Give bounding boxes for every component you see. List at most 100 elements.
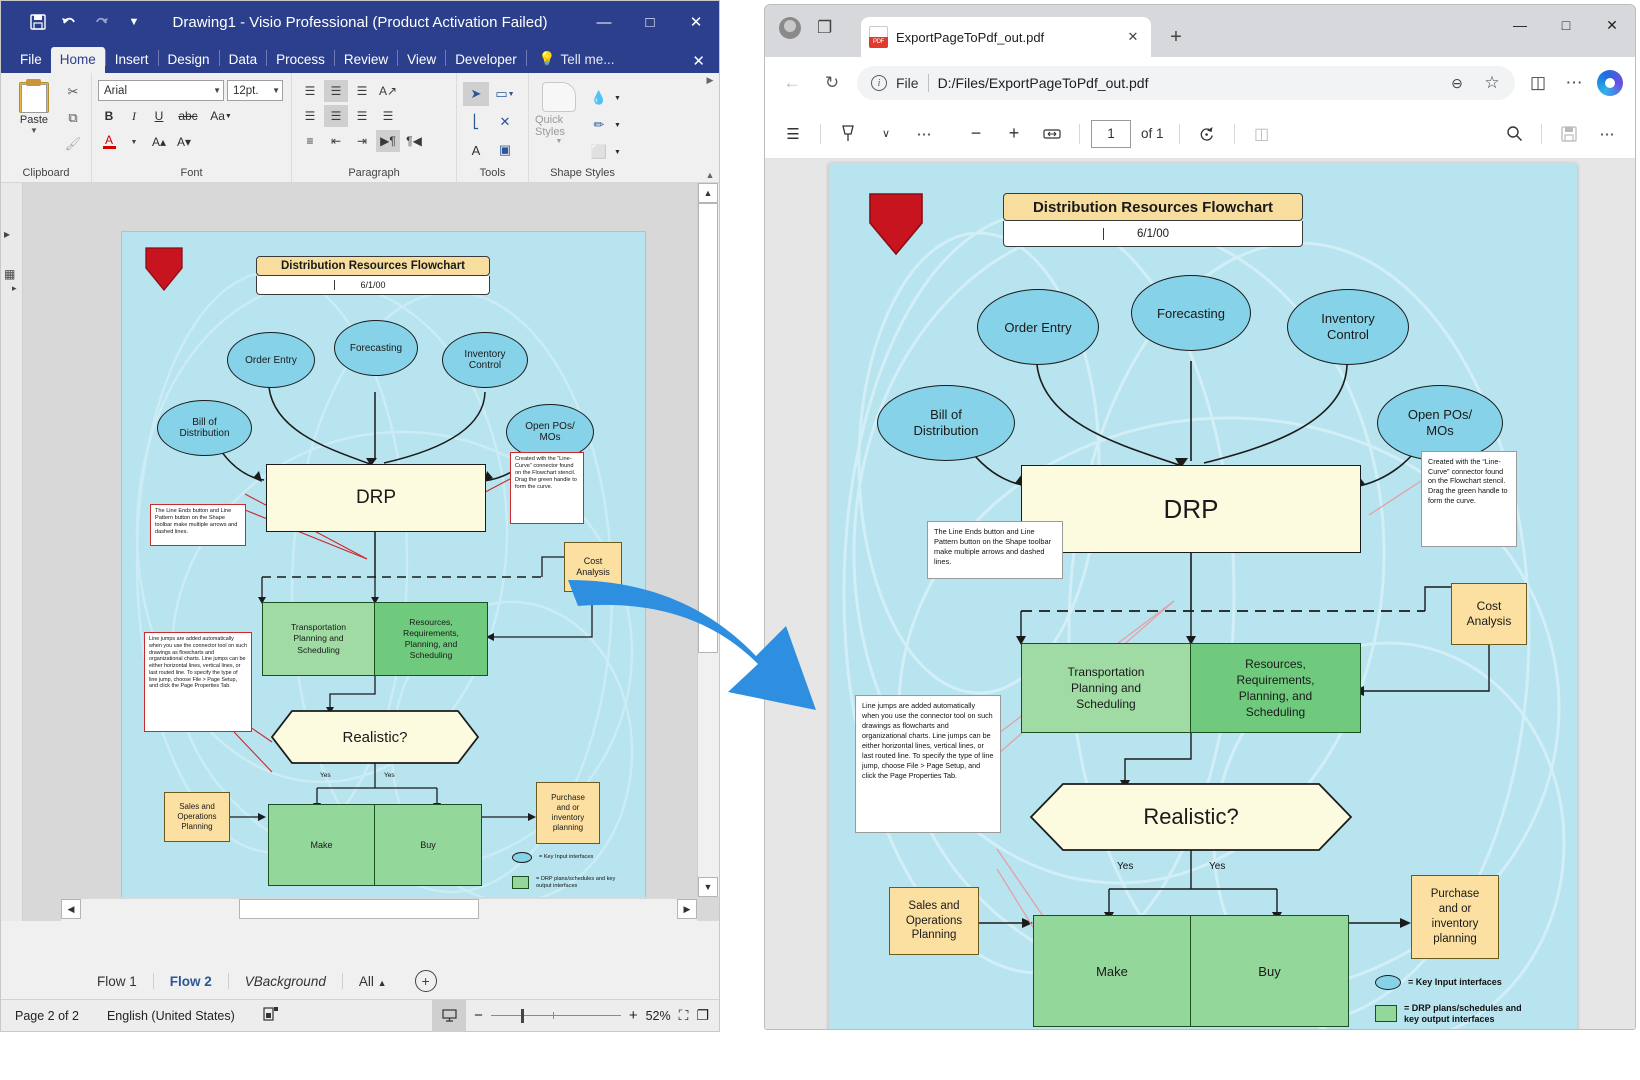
canvas-horizontal-scrollbar[interactable]: ◀ ▶ — [61, 899, 697, 921]
align-left-button[interactable]: ☰ — [298, 105, 322, 127]
node-bill-of-distribution[interactable]: Bill of Distribution — [157, 400, 252, 456]
reload-button[interactable]: ↻ — [817, 68, 847, 98]
page-tab-vbackground[interactable]: VBackground — [229, 974, 342, 989]
scroll-up-arrow[interactable]: ▲ — [698, 183, 718, 203]
rtl-text-button[interactable]: ¶◀ — [402, 130, 426, 152]
ribbon-tab-process[interactable]: Process — [267, 47, 334, 73]
status-page-indicator[interactable]: Page 2 of 2 — [1, 1009, 93, 1023]
font-color-button[interactable]: A — [98, 131, 120, 153]
zoom-slider[interactable] — [491, 1010, 621, 1022]
page-number-input[interactable]: 1 — [1091, 120, 1131, 148]
node-inventory-control[interactable]: Inventory Control — [442, 332, 528, 388]
ribbon-tab-developer[interactable]: Developer — [446, 47, 526, 73]
node-order-entry-pdf[interactable]: Order Entry — [977, 289, 1099, 365]
save-icon[interactable] — [1553, 119, 1585, 149]
node-buy[interactable]: Buy — [375, 804, 482, 886]
node-realistic[interactable]: Realistic? — [270, 710, 480, 764]
italic-button[interactable]: I — [123, 105, 145, 127]
node-sales-ops-pdf[interactable]: Sales and Operations Planning — [889, 887, 979, 955]
fit-width-icon[interactable] — [1036, 119, 1068, 149]
fit-window-button[interactable]: ❐ — [696, 1007, 709, 1024]
url-bar[interactable]: i File D:/Files/ExportPageToPdf_out.pdf … — [857, 66, 1515, 100]
node-bill-of-distribution-pdf[interactable]: Bill of Distribution — [877, 385, 1015, 461]
ltr-text-button[interactable]: ▶¶ — [376, 130, 400, 152]
strikethrough-button[interactable]: abc — [173, 105, 203, 127]
shapes-chevron-icon[interactable]: ▸ — [12, 283, 17, 294]
shapes-pane-collapsed[interactable]: ▸ ▦ ▸ — [1, 183, 23, 921]
node-open-pos-mos-pdf[interactable]: Open POs/ MOs — [1377, 385, 1503, 461]
bullets-button[interactable]: ≡ — [298, 130, 322, 152]
hscroll-thumb[interactable] — [239, 899, 479, 919]
scroll-left-arrow[interactable]: ◀ — [61, 899, 81, 919]
ribbon-tab-insert[interactable]: Insert — [106, 47, 158, 73]
copilot-icon[interactable] — [1597, 70, 1623, 96]
toc-icon[interactable]: ☰ — [777, 119, 809, 149]
increase-indent-button[interactable]: ⇥ — [350, 130, 374, 152]
node-transportation[interactable]: Transportation Planning and Scheduling — [262, 602, 375, 676]
zoom-in-button[interactable]: + — [629, 1007, 638, 1024]
ribbon-tab-home[interactable]: Home — [51, 47, 105, 73]
bold-button[interactable]: B — [98, 105, 120, 127]
zoom-icon[interactable]: ⊖ — [1444, 70, 1470, 96]
ribbon-close-icon[interactable]: ✕ — [692, 52, 705, 70]
node-drp-pdf[interactable]: DRP — [1021, 465, 1361, 553]
vscroll-thumb[interactable] — [698, 203, 718, 653]
copy-icon[interactable]: ⧉ — [61, 107, 85, 129]
connector-tool-icon[interactable]: ⎣ — [463, 110, 489, 134]
node-sales-ops[interactable]: Sales and Operations Planning — [164, 792, 230, 842]
page-layout-icon[interactable]: ◫ — [1246, 119, 1278, 149]
page-tab-flow-1[interactable]: Flow 1 — [81, 974, 153, 989]
zoom-out-button[interactable]: − — [474, 1007, 483, 1024]
site-info-icon[interactable]: i — [871, 75, 887, 91]
node-make-pdf[interactable]: Make — [1033, 915, 1191, 1027]
ribbon-tab-file[interactable]: File — [11, 47, 51, 73]
collections-icon[interactable]: ❐ — [817, 18, 832, 38]
customize-qat-icon[interactable]: ▼ — [119, 8, 149, 36]
maximize-button[interactable]: □ — [627, 1, 673, 43]
change-case-button[interactable]: Aa▼ — [206, 105, 236, 127]
font-size-combo[interactable]: 12pt.▼ — [227, 80, 283, 101]
canvas-vertical-scrollbar[interactable]: ▲ ▼ — [697, 183, 719, 897]
node-cost-analysis-pdf[interactable]: Cost Analysis — [1451, 583, 1527, 645]
node-cost-analysis[interactable]: Cost Analysis — [564, 542, 622, 592]
ribbon-tab-data[interactable]: Data — [220, 47, 267, 73]
shrink-font-button[interactable]: A▾ — [173, 131, 195, 153]
text-direction-button[interactable]: A↗ — [376, 80, 400, 102]
drawing-canvas[interactable]: Distribution Resources Flowchart 6/1/00 … — [23, 183, 697, 897]
split-screen-icon[interactable]: ◫ — [1525, 70, 1551, 96]
profile-avatar-icon[interactable] — [779, 17, 801, 39]
redo-icon[interactable] — [87, 8, 117, 36]
decrease-indent-button[interactable]: ⇤ — [324, 130, 348, 152]
browser-maximize-button[interactable]: □ — [1543, 5, 1589, 45]
scroll-right-arrow[interactable]: ▶ — [677, 899, 697, 919]
align-top-button[interactable]: ☰ — [298, 80, 322, 102]
align-middle-button[interactable]: ☰ — [324, 80, 348, 102]
underline-button[interactable]: U — [148, 105, 170, 127]
highlight-caret-icon[interactable]: ∨ — [870, 119, 902, 149]
node-resources-pdf[interactable]: Resources, Requirements, Planning, and S… — [1191, 643, 1361, 733]
cut-icon[interactable]: ✂ — [61, 81, 85, 103]
align-justify-button[interactable]: ☰ — [376, 105, 400, 127]
close-button[interactable]: ✕ — [673, 1, 719, 43]
fill-button[interactable]: 💧▼ — [586, 86, 621, 110]
connection-point-icon[interactable]: ✕ — [492, 110, 518, 134]
browser-more-icon[interactable]: ⋯ — [1561, 70, 1587, 96]
url-text[interactable]: D:/Files/ExportPageToPdf_out.pdf — [938, 75, 1435, 91]
expand-shapes-icon[interactable]: ▸ — [4, 227, 10, 241]
browser-tab-active[interactable]: ExportPageToPdf_out.pdf ✕ — [861, 17, 1151, 57]
node-order-entry[interactable]: Order Entry — [227, 332, 315, 388]
quick-styles-button[interactable]: Quick Styles ▼ — [535, 82, 583, 164]
node-make[interactable]: Make — [268, 804, 375, 886]
ribbon-overflow[interactable]: ▶ ▲ — [703, 75, 717, 180]
grow-font-button[interactable]: A▴ — [148, 131, 170, 153]
effects-button[interactable]: ⬜▼ — [586, 140, 621, 164]
new-tab-button[interactable]: + — [1163, 26, 1189, 49]
zoom-in-icon[interactable]: + — [998, 119, 1030, 149]
format-painter-icon[interactable]: 🖌 — [61, 133, 85, 155]
pdf-viewer[interactable]: Distribution Resources Flowchart 6/1/00 … — [765, 159, 1635, 1029]
presentation-mode-button[interactable] — [432, 1000, 466, 1032]
node-forecasting[interactable]: Forecasting — [334, 320, 418, 376]
shapes-window-icon[interactable]: ▦ — [4, 267, 15, 281]
highlight-icon[interactable] — [832, 119, 864, 149]
status-language[interactable]: English (United States) — [93, 1009, 249, 1023]
